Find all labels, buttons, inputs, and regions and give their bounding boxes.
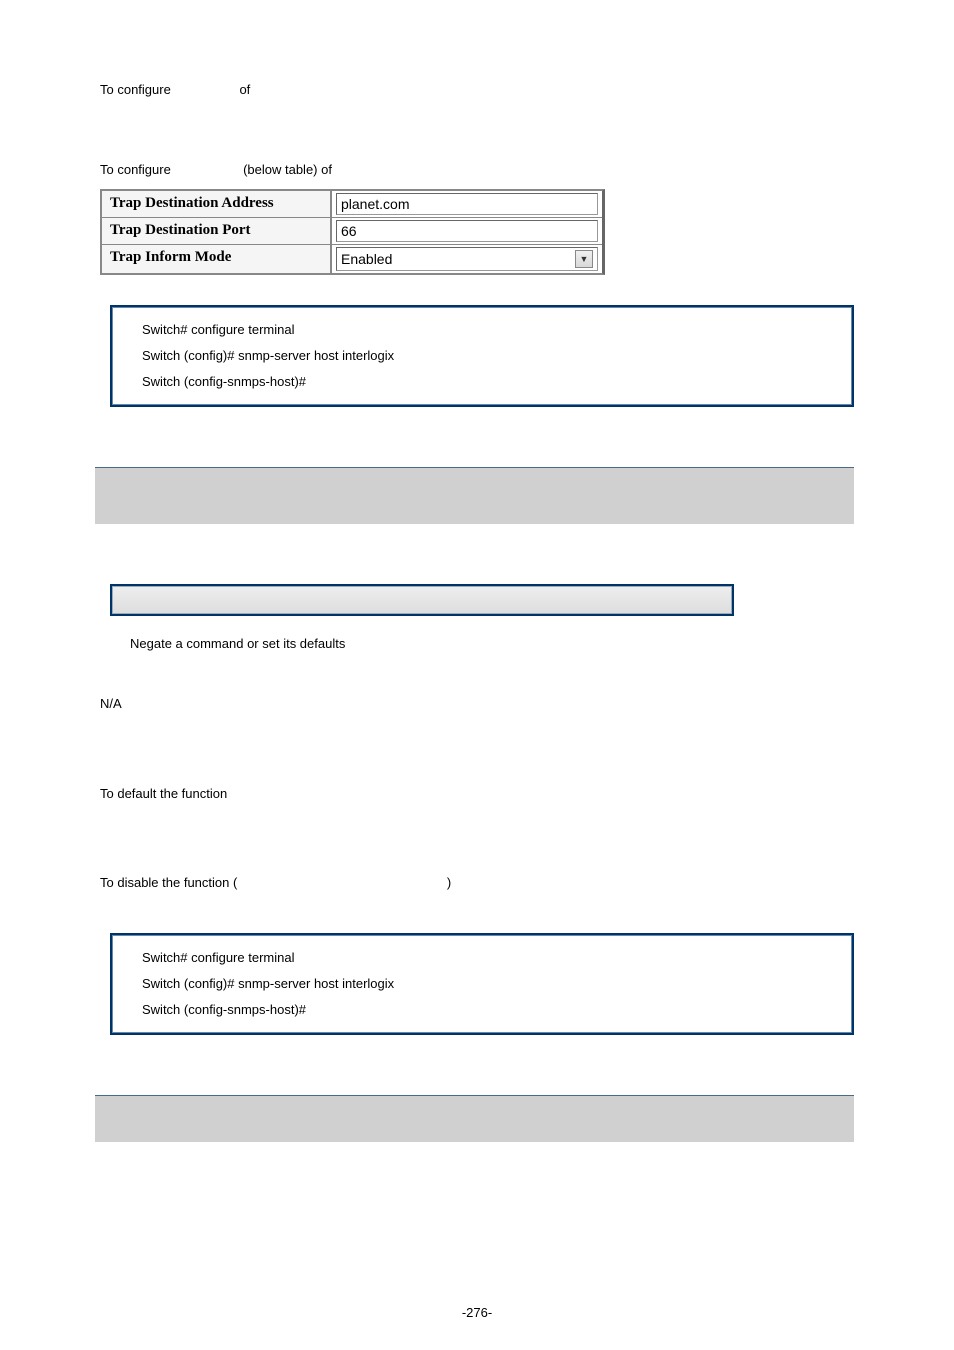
cli-line: Switch (config-snmps-host)# <box>142 369 822 395</box>
section-band <box>95 1095 854 1142</box>
cell-trap-inform-mode: Enabled ▼ <box>332 245 602 273</box>
trap-dest-addr-input[interactable] <box>336 193 598 215</box>
label-trap-dest-addr: Trap Destination Address <box>102 191 332 217</box>
cli-example-1: Switch# configure terminal Switch (confi… <box>110 305 854 407</box>
cli-line: Switch (config)# snmp-server host interl… <box>142 971 822 997</box>
negate-description: Negate a command or set its defaults <box>130 636 854 651</box>
trap-dest-port-input[interactable] <box>336 220 598 242</box>
cli-line: Switch# configure terminal <box>142 317 822 343</box>
cli-line: Switch (config)# snmp-server host interl… <box>142 343 822 369</box>
intro-line-1: To configure of <box>100 80 854 100</box>
default-na: N/A <box>100 694 854 714</box>
trap-config-table: Trap Destination Address Trap Destinatio… <box>100 189 605 275</box>
cell-trap-dest-port <box>332 218 602 244</box>
section-band <box>95 467 854 524</box>
table-row: Trap Destination Address <box>102 191 602 218</box>
usage-disable-line: To disable the function ( ) <box>100 873 854 893</box>
page-number: -276- <box>0 1305 954 1320</box>
text: ) <box>447 875 451 890</box>
intro-line-2: To configure (below table) of <box>100 160 854 180</box>
table-row: Trap Destination Port <box>102 218 602 245</box>
text: (below table) of <box>243 162 332 177</box>
usage-default-line: To default the function <box>100 784 854 804</box>
label-trap-inform-mode: Trap Inform Mode <box>102 245 332 273</box>
page-container: To configure of To configure (below tabl… <box>0 0 954 1350</box>
text: To configure <box>100 82 171 97</box>
cli-line: Switch (config-snmps-host)# <box>142 997 822 1023</box>
syntax-frame <box>110 584 734 616</box>
label-trap-dest-port: Trap Destination Port <box>102 218 332 244</box>
chevron-down-icon: ▼ <box>575 250 593 268</box>
text: To disable the function ( <box>100 875 237 890</box>
select-value: Enabled <box>341 251 392 267</box>
cli-example-2: Switch# configure terminal Switch (confi… <box>110 933 854 1035</box>
cell-trap-dest-addr <box>332 191 602 217</box>
trap-inform-mode-select[interactable]: Enabled ▼ <box>336 247 598 271</box>
text: of <box>239 82 250 97</box>
text: To configure <box>100 162 171 177</box>
table-row: Trap Inform Mode Enabled ▼ <box>102 245 602 273</box>
cli-line: Switch# configure terminal <box>142 945 822 971</box>
